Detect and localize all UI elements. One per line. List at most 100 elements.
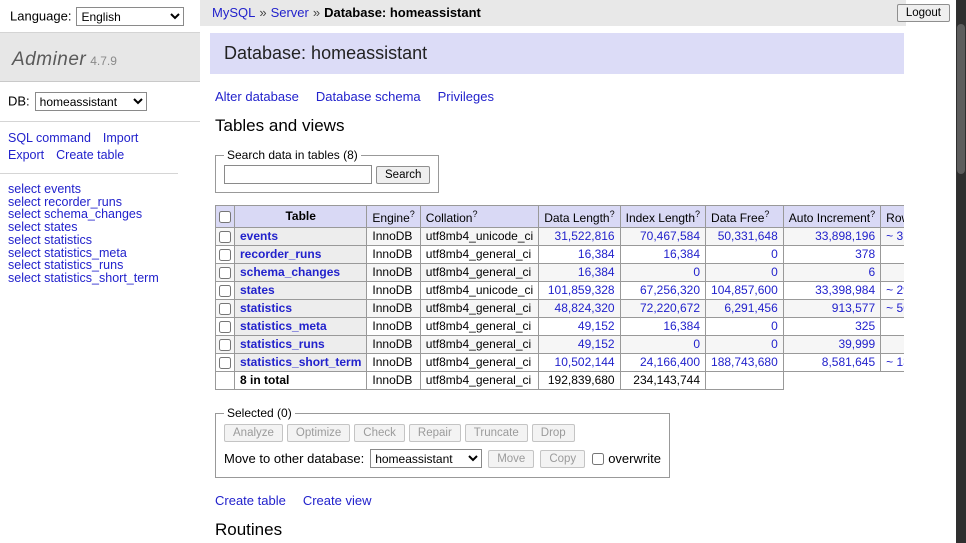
scrollbar[interactable] (956, 0, 966, 543)
auto-increment-link[interactable]: 33,398,984 (815, 283, 875, 297)
engine-cell: InnoDB (367, 354, 420, 372)
data-free-cell: 0 (706, 246, 784, 264)
auto-increment-link[interactable]: 8,581,645 (822, 355, 875, 369)
auto-increment-link[interactable]: 913,577 (832, 301, 875, 315)
sidebar-table-link[interactable]: select statistics (8, 234, 192, 247)
auto-increment-link[interactable]: 33,898,196 (815, 229, 875, 243)
auto-increment-link[interactable]: 39,999 (838, 337, 875, 351)
overwrite-checkbox[interactable] (592, 453, 604, 465)
data-length-link[interactable]: 48,824,320 (555, 301, 615, 315)
data-length-link[interactable]: 16,384 (578, 265, 615, 279)
move-db-select[interactable]: homeassistant (370, 449, 482, 468)
sidebar-table-link[interactable]: select statistics_short_term (8, 272, 192, 285)
help-sup: ? (695, 209, 700, 219)
data-free-link[interactable]: 50,331,648 (718, 229, 778, 243)
index-length-link[interactable]: 67,256,320 (640, 283, 700, 297)
bulk-action-button[interactable]: Analyze (224, 424, 283, 442)
auto-increment-link[interactable]: 325 (855, 319, 875, 333)
data-length-link[interactable]: 49,152 (578, 319, 615, 333)
index-length-link[interactable]: 72,220,672 (640, 301, 700, 315)
index-length-cell: 0 (620, 264, 705, 282)
data-length-link[interactable]: 31,522,816 (555, 229, 615, 243)
table-name-link[interactable]: recorder_runs (240, 247, 321, 261)
table-name-link[interactable]: states (240, 283, 275, 297)
rows-link[interactable]: ~ 136,108 (886, 355, 904, 369)
data-free-link[interactable]: 188,743,680 (711, 355, 778, 369)
data-length-link[interactable]: 10,502,144 (555, 355, 615, 369)
bulk-action-button[interactable]: Truncate (465, 424, 528, 442)
search-button[interactable]: Search (376, 166, 430, 184)
rows-link[interactable]: ~ 299,833 (886, 283, 904, 297)
create-link[interactable]: Create table (215, 493, 286, 508)
select-all-checkbox[interactable] (219, 211, 231, 223)
row-checkbox[interactable] (219, 267, 231, 279)
auto-increment-link[interactable]: 378 (855, 247, 875, 261)
table-name-link[interactable]: statistics_short_term (240, 355, 361, 369)
search-input[interactable] (224, 165, 372, 184)
scrollbar-thumb[interactable] (957, 24, 965, 174)
sidebar-action-link[interactable]: Import (103, 130, 138, 147)
bulk-action-button[interactable]: Optimize (287, 424, 350, 442)
data-free-link[interactable]: 0 (771, 319, 778, 333)
search-fieldset: Search data in tables (8) Search (215, 148, 439, 193)
bulk-action-button[interactable]: Repair (409, 424, 461, 442)
row-checkbox[interactable] (219, 231, 231, 243)
sidebar-table-link[interactable]: select events (8, 183, 192, 196)
breadcrumb-server-link[interactable]: Server (271, 5, 309, 20)
row-checkbox[interactable] (219, 285, 231, 297)
table-row: statistics_runsInnoDButf8mb4_general_ci4… (216, 336, 905, 354)
row-checkbox[interactable] (219, 321, 231, 333)
table-name-link[interactable]: statistics (240, 301, 292, 315)
row-checkbox[interactable] (219, 303, 231, 315)
table-name-link[interactable]: statistics_runs (240, 337, 325, 351)
row-checkbox[interactable] (219, 357, 231, 369)
overwrite-option: overwrite (591, 451, 661, 466)
move-button[interactable]: Move (488, 450, 534, 468)
page-title: Database: homeassistant (210, 33, 904, 74)
table-name-cell: schema_changes (235, 264, 367, 282)
db-select[interactable]: homeassistant (35, 92, 147, 111)
db-action-link[interactable]: Database schema (316, 89, 421, 104)
auto-increment-link[interactable]: 6 (868, 265, 875, 279)
collation-cell: utf8mb4_general_ci (420, 246, 538, 264)
rows-cell: ~ 628 (881, 336, 904, 354)
rows-link[interactable]: ~ 312,180 (886, 229, 904, 243)
rows-link[interactable]: ~ 569,159 (886, 301, 904, 315)
sidebar-table-link[interactable]: select states (8, 221, 192, 234)
copy-button[interactable]: Copy (540, 450, 585, 468)
table-name-link[interactable]: statistics_meta (240, 319, 327, 333)
table-name-link[interactable]: events (240, 229, 278, 243)
bulk-action-button[interactable]: Drop (532, 424, 575, 442)
db-action-link[interactable]: Alter database (215, 89, 299, 104)
data-free-link[interactable]: 104,857,600 (711, 283, 778, 297)
index-length-link[interactable]: 0 (693, 337, 700, 351)
index-length-link[interactable]: 24,166,400 (640, 355, 700, 369)
data-free-link[interactable]: 0 (771, 337, 778, 351)
sidebar-action-link[interactable]: Create table (56, 147, 124, 164)
logout-button[interactable]: Logout (897, 4, 950, 22)
row-select-cell (216, 336, 235, 354)
row-checkbox[interactable] (219, 249, 231, 261)
table-total-row: 8 in totalInnoDButf8mb4_general_ci192,83… (216, 372, 905, 390)
data-free-link[interactable]: 0 (771, 265, 778, 279)
row-checkbox[interactable] (219, 339, 231, 351)
data-length-link[interactable]: 49,152 (578, 337, 615, 351)
bulk-action-button[interactable]: Check (354, 424, 405, 442)
sidebar-action-link[interactable]: Export (8, 147, 44, 164)
index-length-link[interactable]: 0 (693, 265, 700, 279)
index-length-link[interactable]: 16,384 (663, 319, 700, 333)
data-free-link[interactable]: 6,291,456 (724, 301, 777, 315)
data-free-link[interactable]: 0 (771, 247, 778, 261)
create-link[interactable]: Create view (303, 493, 372, 508)
sidebar-action-link[interactable]: SQL command (8, 130, 91, 147)
language-select[interactable]: English (76, 7, 184, 26)
index-length-link[interactable]: 16,384 (663, 247, 700, 261)
breadcrumb-mysql-link[interactable]: MySQL (212, 5, 255, 20)
index-length-link[interactable]: 70,467,584 (640, 229, 700, 243)
table-name-link[interactable]: schema_changes (240, 265, 340, 279)
data-length-link[interactable]: 101,859,328 (548, 283, 615, 297)
table-name-cell: statistics_short_term (235, 354, 367, 372)
data-free-cell: 0 (706, 264, 784, 282)
db-action-link[interactable]: Privileges (438, 89, 494, 104)
data-length-link[interactable]: 16,384 (578, 247, 615, 261)
